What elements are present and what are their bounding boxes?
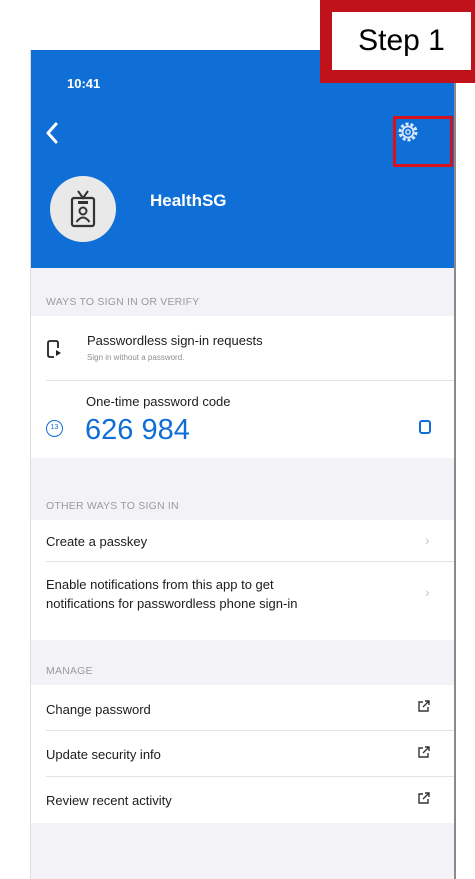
account-name: HealthSG [150, 191, 227, 210]
phone-signin-icon [47, 340, 61, 358]
otp-timer-icon: 13 [46, 420, 63, 437]
settings-highlight-box [393, 116, 453, 167]
section-header-sign-in: WAYS TO SIGN IN OR VERIFY [46, 296, 200, 308]
otp-title: One-time password code [86, 394, 231, 409]
back-button[interactable] [37, 118, 67, 148]
manage-group: Change password Update security info Rev… [31, 685, 454, 823]
otp-row: 13 One-time password code 626 984 [31, 381, 454, 458]
sign-in-group: Passwordless sign-in requests Sign in wi… [31, 316, 454, 458]
create-passkey-row[interactable]: Create a passkey › [31, 520, 454, 562]
passwordless-row[interactable]: Passwordless sign-in requests Sign in wi… [31, 316, 454, 381]
passwordless-subtitle: Sign in without a password. [87, 353, 185, 362]
enable-notifications-row[interactable]: Enable notifications from this app to ge… [31, 562, 454, 640]
chevron-right-icon: › [425, 584, 430, 600]
section-header-manage: MANAGE [46, 665, 93, 677]
enable-notifications-line1: Enable notifications from this app to ge… [46, 577, 274, 592]
status-time: 10:41 [67, 76, 101, 91]
enable-notifications-line2: notifications for passwordless phone sig… [46, 596, 298, 611]
review-recent-activity-label: Review recent activity [46, 793, 172, 808]
chevron-right-icon: › [425, 532, 430, 548]
avatar [50, 176, 116, 242]
section-header-other-ways: OTHER WAYS TO SIGN IN [46, 500, 179, 512]
authenticator-screen: 10:41 HealthSG WAYS TO SIGN IN OR VERIFY… [30, 50, 456, 879]
copy-icon[interactable] [419, 420, 431, 434]
change-password-label: Change password [46, 702, 151, 717]
badge-icon [70, 190, 96, 228]
step-callout: Step 1 [320, 0, 475, 83]
external-link-icon [418, 792, 430, 804]
enable-notifications-label: Enable notifications from this app to ge… [46, 575, 297, 613]
other-ways-group: Create a passkey › Enable notifications … [31, 520, 454, 640]
external-link-icon [418, 746, 430, 758]
external-link-icon [418, 700, 430, 712]
otp-code: 626 984 [85, 414, 190, 446]
step-label: Step 1 [332, 12, 471, 70]
create-passkey-label: Create a passkey [46, 534, 148, 549]
update-security-info-label: Update security info [46, 747, 161, 762]
change-password-row[interactable]: Change password [31, 685, 454, 731]
update-security-info-row[interactable]: Update security info [31, 731, 454, 777]
chevron-left-icon [46, 122, 58, 144]
review-recent-activity-row[interactable]: Review recent activity [31, 777, 454, 823]
passwordless-title: Passwordless sign-in requests [87, 333, 263, 348]
